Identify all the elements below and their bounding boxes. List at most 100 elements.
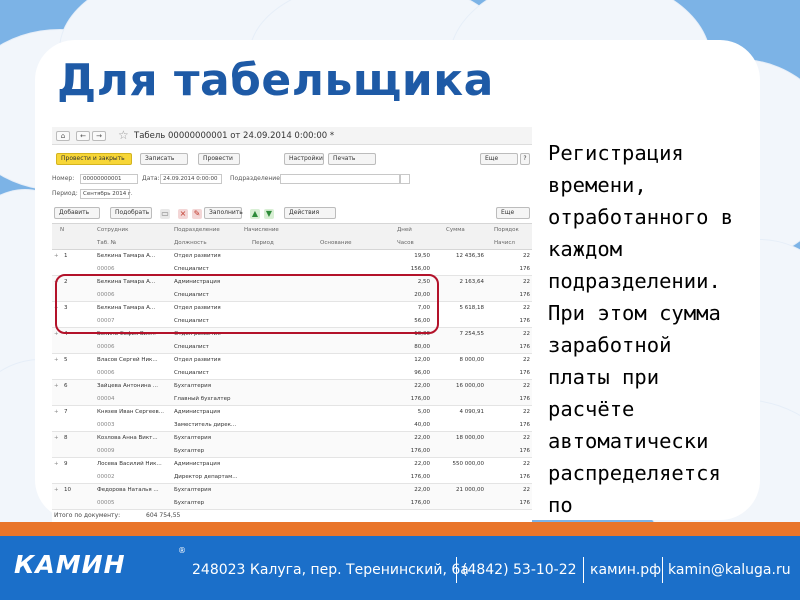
col-order[interactable]: Порядок xyxy=(494,226,519,234)
cell-sum: 16 000,00 xyxy=(456,383,484,389)
cell-dept: Отдел развития xyxy=(174,253,221,259)
expand-icon[interactable]: + xyxy=(54,434,59,442)
table-more-button[interactable]: Еще xyxy=(496,207,530,219)
cell-acc: 176 xyxy=(519,266,531,272)
back-icon[interactable]: ← xyxy=(76,131,90,141)
expand-icon[interactable]: + xyxy=(54,356,59,364)
table-row[interactable]: 8 + Козлова Анна Викт... 00009 Бухгалтерия Бу… xyxy=(52,432,532,458)
row-number: 8 xyxy=(64,435,68,441)
total-value: 604 754,55 xyxy=(146,512,181,519)
cell-employee: Власов Сергей Ник... xyxy=(97,357,158,363)
command-bar: Провести и закрыть Записать Провести Нас… xyxy=(52,153,532,167)
department-field[interactable] xyxy=(280,174,400,184)
fill-button[interactable]: Заполнить xyxy=(204,207,243,219)
col-tab-no[interactable]: Таб. № xyxy=(97,239,116,247)
cell-dept: Бухгалтерия xyxy=(174,487,212,493)
table-row[interactable]: 5 + Власов Сергей Ник... 00006 Отдел развити… xyxy=(52,354,532,380)
number-field[interactable]: 00000000001 xyxy=(80,174,138,184)
cell-pos: Специалист xyxy=(174,266,209,272)
col-accrue[interactable]: Начисл xyxy=(494,239,515,247)
edit-icon[interactable]: ✎ xyxy=(192,209,202,219)
footer-address: 248023 Калуга, пер. Теренинский, 6а xyxy=(192,562,469,578)
cell-pos: Специалист xyxy=(174,344,209,350)
cell-pos: Главный бухгалтер xyxy=(174,396,231,402)
cell-employee: Зайцева Антонина ... xyxy=(97,383,159,389)
cell-ord: 22 xyxy=(523,487,530,493)
cell-tab: 00006 xyxy=(97,370,115,376)
table-row[interactable]: 6 + Зайцева Антонина ... 00004 Бухгалтерия Гл… xyxy=(52,380,532,406)
favorite-star-icon[interactable]: ☆ xyxy=(118,128,129,142)
post-and-close-button[interactable]: Провести и закрыть xyxy=(56,153,132,165)
cell-sum: 7 254,55 xyxy=(459,331,485,337)
cell-days: 12,00 xyxy=(414,357,430,363)
pick-button[interactable]: Подобрать xyxy=(110,207,152,219)
row-number: 6 xyxy=(64,383,68,389)
record-button[interactable]: Записать xyxy=(140,153,188,165)
move-up-icon[interactable]: ▲ xyxy=(250,209,260,219)
col-accrual[interactable]: Начисление xyxy=(244,226,279,234)
cell-sum: 21 000,00 xyxy=(456,487,484,493)
cell-tab: 00003 xyxy=(97,422,115,428)
col-n[interactable]: N xyxy=(60,226,64,234)
footer-separator xyxy=(662,557,663,583)
post-button[interactable]: Провести xyxy=(198,153,240,165)
col-employee[interactable]: Сотрудник xyxy=(97,226,128,234)
cell-pos: Специалист xyxy=(174,370,209,376)
copy-icon[interactable]: ▭ xyxy=(160,209,170,219)
expand-icon[interactable]: + xyxy=(54,382,59,390)
cell-ord: 22 xyxy=(523,279,530,285)
add-button[interactable]: Добавить xyxy=(54,207,100,219)
table-row[interactable]: 7 + Князев Иван Сергеев... 00003 Администрац… xyxy=(52,406,532,432)
expand-icon[interactable]: + xyxy=(54,252,59,260)
cell-ord: 22 xyxy=(523,253,530,259)
col-position[interactable]: Должность xyxy=(174,239,207,247)
cell-hours: 156,00 xyxy=(410,266,430,272)
cell-tab: 00005 xyxy=(97,500,115,506)
table-header: N Сотрудник Таб. № Подразделение Должнос… xyxy=(52,224,532,250)
cell-tab: 00006 xyxy=(97,344,115,350)
print-button[interactable]: Печать xyxy=(328,153,376,165)
actions-button[interactable]: Действия xyxy=(284,207,336,219)
cell-days: 22,00 xyxy=(414,383,430,389)
settings-button[interactable]: Настройки xyxy=(284,153,324,165)
cell-dept: Бухгалтерия xyxy=(174,383,212,389)
timesheet-table: N Сотрудник Таб. № Подразделение Должнос… xyxy=(52,223,532,513)
col-sum[interactable]: Сумма xyxy=(446,226,465,234)
col-days[interactable]: Дней xyxy=(397,226,412,234)
home-icon[interactable]: ⌂ xyxy=(56,131,70,141)
period-field[interactable]: Сентябрь 2014 г. xyxy=(80,189,133,199)
footer-email[interactable]: kamin@kaluga.ru xyxy=(668,562,791,578)
col-hours[interactable]: Часов xyxy=(397,239,414,247)
footer-separator xyxy=(583,557,584,583)
expand-icon[interactable]: + xyxy=(54,486,59,494)
cell-ord: 22 xyxy=(523,435,530,441)
department-select-icon[interactable] xyxy=(400,174,410,184)
table-row[interactable]: 1 + Белкина Тамара А... 00006 Отдел развития… xyxy=(52,250,532,276)
col-department[interactable]: Подразделение xyxy=(174,226,220,234)
table-row[interactable]: 9 + Лосева Василий Ник... 00002 Администраци… xyxy=(52,458,532,484)
move-down-icon[interactable]: ▼ xyxy=(264,209,274,219)
forward-icon[interactable]: → xyxy=(92,131,106,141)
col-reason[interactable]: Основание xyxy=(320,239,351,247)
cell-sum: 4 090,91 xyxy=(459,409,485,415)
cell-dept: Администрация xyxy=(174,461,221,467)
table-row[interactable]: 10 + Федорова Наталья ... 00005 Бухгалтерия Б… xyxy=(52,484,532,510)
date-field[interactable]: 24.09.2014 0:00:00 xyxy=(160,174,222,184)
expand-icon[interactable]: + xyxy=(54,460,59,468)
cell-pos: Бухгалтер xyxy=(174,448,205,454)
period-row: Период: Сентябрь 2014 г. xyxy=(52,189,532,201)
cell-tab: 00009 xyxy=(97,448,115,454)
delete-icon[interactable]: × xyxy=(178,209,188,219)
cell-employee: Козлова Анна Викт... xyxy=(97,435,158,441)
department-label: Подразделение: xyxy=(230,175,282,182)
footer-site[interactable]: камин.рф xyxy=(590,562,661,578)
row-number: 7 xyxy=(64,409,68,415)
period-label: Период: xyxy=(52,190,78,197)
help-icon[interactable]: ? xyxy=(520,153,530,165)
cell-acc: 176 xyxy=(519,500,531,506)
col-period[interactable]: Период xyxy=(252,239,274,247)
expand-icon[interactable]: + xyxy=(54,408,59,416)
slide-description: Регистрация времени, отработанного в каж… xyxy=(548,141,734,549)
row-number: 10 xyxy=(64,487,71,493)
more-button[interactable]: Еще xyxy=(480,153,518,165)
